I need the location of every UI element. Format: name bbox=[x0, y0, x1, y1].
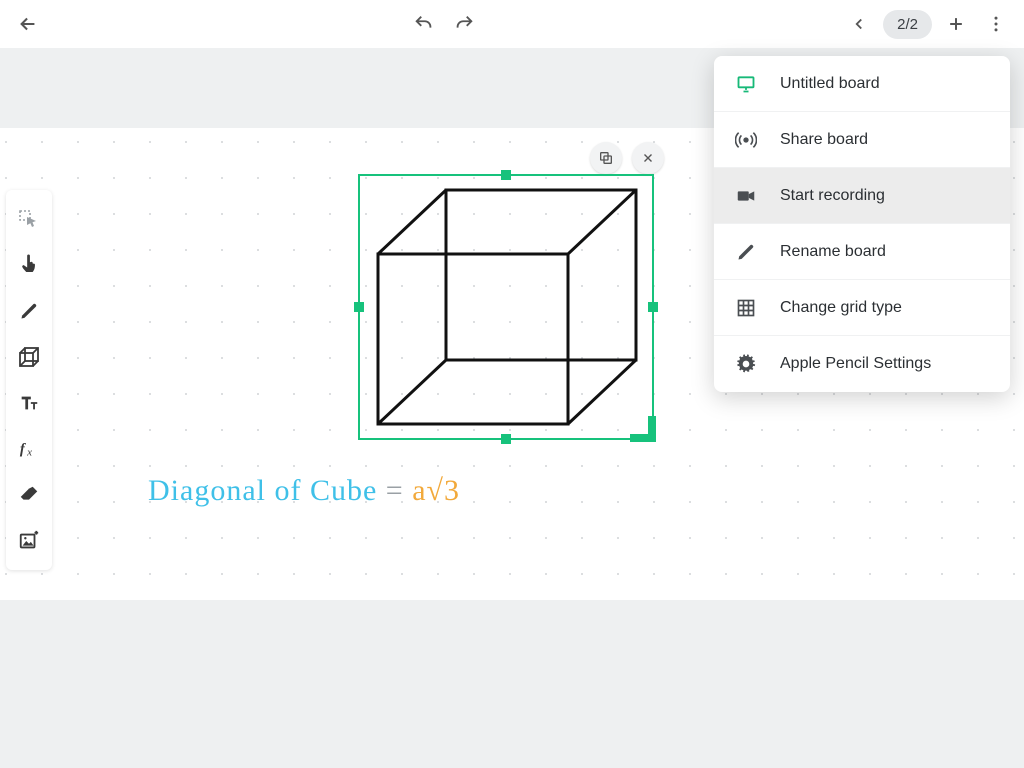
cube-icon bbox=[17, 345, 41, 369]
menu-item-rename[interactable]: Rename board bbox=[714, 224, 1010, 280]
formula-text[interactable]: Diagonal of Cube = a√3 bbox=[148, 474, 460, 508]
menu-label: Start recording bbox=[780, 187, 885, 205]
board-icon bbox=[734, 72, 758, 96]
svg-text:f: f bbox=[20, 442, 27, 458]
plus-icon bbox=[946, 14, 966, 34]
tool-pointer[interactable] bbox=[6, 242, 52, 288]
prev-page-button[interactable] bbox=[839, 4, 879, 44]
redo-icon bbox=[453, 13, 475, 35]
menu-label: Share board bbox=[780, 131, 868, 149]
tool-formula[interactable]: fx bbox=[6, 426, 52, 472]
menu-item-record[interactable]: Start recording bbox=[714, 168, 1010, 224]
image-add-icon bbox=[18, 530, 40, 552]
more-vertical-icon bbox=[986, 14, 1006, 34]
pencil-icon bbox=[19, 301, 39, 321]
copy-object-button[interactable] bbox=[590, 142, 622, 174]
tool-image[interactable] bbox=[6, 518, 52, 564]
redo-button[interactable] bbox=[444, 4, 484, 44]
grid-icon bbox=[734, 296, 758, 320]
tool-text[interactable] bbox=[6, 380, 52, 426]
formula-eq: = bbox=[377, 474, 412, 507]
pencil-icon bbox=[734, 240, 758, 264]
tool-pen[interactable] bbox=[6, 288, 52, 334]
page-indicator[interactable]: 2/2 bbox=[883, 10, 932, 39]
menu-item-board-title[interactable]: Untitled board bbox=[714, 56, 1010, 112]
delete-object-button[interactable] bbox=[632, 142, 664, 174]
undo-button[interactable] bbox=[404, 4, 444, 44]
selection-box[interactable] bbox=[358, 174, 654, 440]
formula-rhs: a√3 bbox=[412, 474, 460, 507]
menu-label: Rename board bbox=[780, 243, 886, 261]
menu-item-pencil-settings[interactable]: Apple Pencil Settings bbox=[714, 336, 1010, 392]
gear-icon bbox=[734, 352, 758, 376]
video-icon bbox=[734, 184, 758, 208]
menu-item-grid[interactable]: Change grid type bbox=[714, 280, 1010, 336]
app-header: 2/2 bbox=[0, 0, 1024, 48]
text-icon bbox=[18, 392, 40, 414]
board-menu: Untitled board Share board Start recordi… bbox=[714, 56, 1010, 392]
menu-label: Change grid type bbox=[780, 299, 902, 317]
formula-lhs: Diagonal of Cube bbox=[148, 474, 377, 507]
fx-icon: fx bbox=[18, 438, 40, 460]
broadcast-icon bbox=[734, 128, 758, 152]
cube-shape bbox=[360, 176, 656, 442]
tool-select[interactable] bbox=[6, 196, 52, 242]
cursor-select-icon bbox=[17, 207, 41, 231]
hand-pointer-icon bbox=[18, 254, 40, 276]
tool-eraser[interactable] bbox=[6, 472, 52, 518]
close-icon bbox=[641, 151, 655, 165]
undo-icon bbox=[413, 13, 435, 35]
tools-toolbar: fx bbox=[6, 190, 52, 570]
menu-label: Apple Pencil Settings bbox=[780, 355, 931, 373]
svg-text:x: x bbox=[26, 446, 32, 458]
chevron-left-icon bbox=[850, 15, 868, 33]
copy-icon bbox=[598, 150, 614, 166]
tool-shapes[interactable] bbox=[6, 334, 52, 380]
menu-label: Untitled board bbox=[780, 75, 880, 93]
back-button[interactable] bbox=[8, 4, 48, 44]
eraser-icon bbox=[18, 484, 40, 506]
arrow-left-icon bbox=[17, 13, 39, 35]
add-page-button[interactable] bbox=[936, 4, 976, 44]
menu-item-share[interactable]: Share board bbox=[714, 112, 1010, 168]
more-menu-button[interactable] bbox=[976, 4, 1016, 44]
